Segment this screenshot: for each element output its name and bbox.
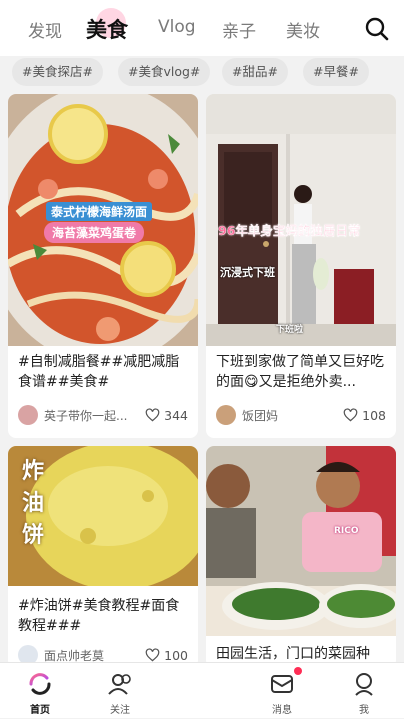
nav-home[interactable]: 首页: [10, 663, 70, 719]
search-icon[interactable]: [364, 16, 390, 42]
message-icon: [271, 675, 293, 693]
tab-discover[interactable]: 发现: [28, 17, 62, 42]
image-overlay-title: 泰式柠檬海鲜汤面: [46, 202, 153, 221]
image-overlay-subtitle: 沉浸式下班: [220, 266, 275, 279]
card-meta: 饭团妈 108: [216, 404, 386, 426]
author-name[interactable]: 饭团妈: [242, 407, 343, 424]
like-count[interactable]: 100: [145, 648, 188, 663]
message-badge: [294, 667, 302, 675]
nav-profile-label: 我: [359, 705, 369, 716]
tab-food[interactable]: 美食: [86, 14, 128, 44]
avatar[interactable]: [18, 405, 38, 425]
author-name[interactable]: 英子带你一起...: [44, 407, 145, 424]
avatar[interactable]: [216, 405, 236, 425]
home-icon: [29, 673, 51, 695]
like-count-label: 344: [164, 407, 188, 423]
nav-messages-label: 消息: [272, 705, 292, 716]
feed-card[interactable]: 炸 油 饼 #炸油饼#美食教程#面食教程### 面点帅老莫 100: [8, 446, 198, 668]
top-tab-bar: 发现 美食 Vlog 亲子 美妆: [0, 0, 404, 56]
tab-parenting[interactable]: 亲子: [222, 17, 256, 42]
card-caption: #炸油饼#美食教程#面食教程###: [18, 598, 180, 634]
nav-follow-label: 关注: [110, 705, 130, 716]
nav-profile[interactable]: 我: [334, 663, 394, 719]
profile-icon: [355, 673, 373, 696]
card-caption: 田园生活，门口的菜园种: [216, 646, 370, 662]
like-count-label: 108: [362, 407, 386, 423]
topic-chip-row: #美食探店# #美食vlog# #甜品# #早餐#: [0, 56, 404, 90]
card-image-family-dinner: [206, 446, 396, 636]
feed-card[interactable]: RICO 田园生活，门口的菜园种: [206, 446, 396, 668]
card-caption: #自制减脂餐##减肥减脂食谱##美食#: [18, 354, 180, 390]
like-count-label: 100: [164, 647, 188, 663]
heart-icon[interactable]: [343, 408, 358, 422]
image-overlay-small: 下班啦: [276, 325, 304, 335]
nav-home-label: 首页: [30, 705, 50, 716]
tab-beauty[interactable]: 美妆: [286, 17, 320, 42]
author-name[interactable]: 面点帅老莫: [44, 647, 145, 664]
feed-card[interactable]: 泰式柠檬海鲜汤面 海苔藻菜鸡蛋卷 #自制减脂餐##减肥减脂食谱##美食# 英子带…: [8, 94, 198, 438]
nav-messages[interactable]: 消息: [252, 663, 312, 719]
card-caption: 下班到家做了简单又巨好吃的面😋又是拒绝外卖...: [216, 354, 384, 390]
nav-follow[interactable]: 关注: [90, 663, 150, 719]
bottom-navigation: 首页 关注 消息 我: [0, 662, 404, 718]
heart-icon[interactable]: [145, 408, 160, 422]
like-count[interactable]: 108: [343, 408, 386, 423]
shirt-text: RICO: [334, 526, 359, 536]
image-overlay-title: 炸 油 饼: [22, 459, 45, 548]
like-count[interactable]: 344: [145, 408, 188, 423]
follow-icon: [108, 674, 131, 695]
chip-food-vlog[interactable]: #美食vlog#: [118, 58, 211, 86]
image-overlay-subtitle: 海苔藻菜鸡蛋卷: [44, 222, 145, 243]
chip-breakfast[interactable]: #早餐#: [303, 58, 369, 86]
image-overlay-title: 96年单身宝妈的独居日常: [218, 223, 361, 238]
card-meta: 英子带你一起... 344: [18, 404, 188, 426]
chip-food-explore[interactable]: #美食探店#: [12, 58, 103, 86]
feed-card[interactable]: 96年单身宝妈的独居日常 沉浸式下班 下班啦 下班到家做了简单又巨好吃的面😋又是…: [206, 94, 396, 438]
heart-icon[interactable]: [145, 648, 160, 662]
tab-vlog[interactable]: Vlog: [158, 17, 196, 37]
chip-dessert[interactable]: #甜品#: [222, 58, 288, 86]
